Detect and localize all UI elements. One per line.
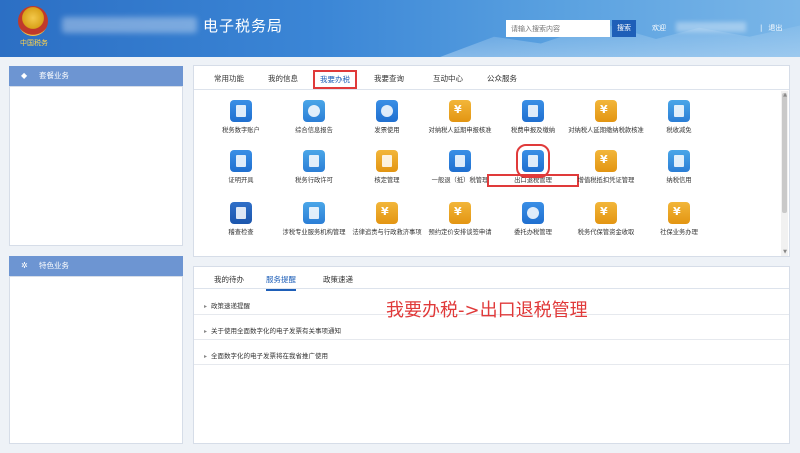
scrollbar-thumb[interactable] (782, 93, 787, 213)
tab-interaction-center[interactable]: 互动中心 (433, 73, 463, 84)
reminder-tabs: 我的待办 服务提醒 政策速递 (194, 267, 789, 291)
service-tax-credit[interactable]: 纳税信用 (635, 150, 723, 185)
scroll-down-arrow-icon[interactable]: ▼ (783, 249, 787, 255)
service-scrollbar[interactable] (781, 91, 788, 256)
separator: | (760, 24, 763, 32)
caret-right-icon: ▸ (204, 328, 208, 335)
reminder-panel: 我的待办 服务提醒 政策速递 ▸ 政策速递提醒 ▸ 关于使用全面数字化的电子发票有关… (193, 266, 790, 444)
admin-permit-icon (303, 150, 325, 172)
user-report-icon (303, 100, 325, 122)
tab-my-todo[interactable]: 我的待办 (214, 274, 244, 285)
sidebar-package-header[interactable]: ◆ 套餐业务 (9, 66, 183, 86)
export-refund-icon (516, 144, 550, 178)
sidebar-feature-header[interactable]: ✲ 特色业务 (9, 256, 183, 276)
caret-right-icon: ▸ (204, 353, 208, 360)
service-tax-reduction[interactable]: 税收减免 (635, 100, 723, 135)
social-security-icon (668, 202, 690, 224)
deferred-payment-icon (595, 100, 617, 122)
scroll-up-arrow-icon[interactable]: ▲ (783, 92, 787, 98)
deferred-filing-icon (449, 100, 471, 122)
navigation-annotation: 我要办税->出口退税管理 (386, 300, 588, 321)
entrust-icon (522, 202, 544, 224)
tab-public-services[interactable]: 公众服务 (487, 73, 517, 84)
service-label: 社保业务办理 (660, 229, 698, 236)
sidebar-package-body (9, 86, 183, 246)
emblem-text: 中国税务 (20, 39, 48, 47)
invoice-user-icon (376, 100, 398, 122)
tab-service-reminder[interactable]: 服务提醒 (266, 274, 296, 291)
tax-credit-icon (668, 150, 690, 172)
site-title: 电子税务局 (203, 17, 284, 35)
notice-item[interactable]: ▸ 关于使用全面数字化的电子发票有关事项通知 (194, 322, 789, 340)
service-panel: 常用功能 我的信息 我要办税 我要查询 互动中心 公众服务 税务数字账户 综合信… (193, 65, 790, 257)
search-button[interactable]: 搜索 (612, 20, 636, 37)
legal-icon (376, 202, 398, 224)
sidebar-feature-label: 特色业务 (39, 261, 69, 270)
service-label: 税收减免 (666, 127, 692, 134)
site-header: 中国税务 电子税务局 搜索 欢迎 | 退出 (0, 0, 800, 57)
tax-reduction-icon (668, 100, 690, 122)
tax-emblem-icon (18, 6, 48, 36)
blurred-region-name (62, 17, 197, 33)
assessment-icon (376, 150, 398, 172)
account-icon (230, 100, 252, 122)
notice-label: 全面数字化的电子发票将在我省推广使用 (211, 352, 329, 360)
vat-deduction-icon (595, 150, 617, 172)
certificate-icon (230, 150, 252, 172)
agency-icon (303, 202, 325, 224)
inspection-icon (230, 202, 252, 224)
service-label: 纳税信用 (666, 177, 692, 184)
tax-filing-icon (522, 100, 544, 122)
service-social-security[interactable]: 社保业务办理 (635, 202, 723, 237)
refund-icon (449, 150, 471, 172)
sidebar-feature-body (9, 276, 183, 444)
caret-right-icon: ▸ (204, 303, 208, 310)
service-tabs: 常用功能 我的信息 我要办税 我要查询 互动中心 公众服务 (194, 66, 789, 90)
blurred-user-name (676, 22, 746, 32)
logout-label: 退出 (768, 24, 783, 32)
tab-policy-express[interactable]: 政策速递 (323, 274, 353, 285)
notice-label: 政策速递提醒 (211, 302, 251, 310)
logout-link[interactable]: | 退出 (760, 23, 782, 33)
tab-tax-handling[interactable]: 我要办税 (313, 70, 357, 89)
notice-item[interactable]: ▸ 全面数字化的电子发票将在我省推广使用 (194, 347, 789, 365)
search-input[interactable] (506, 20, 610, 37)
pricing-icon (449, 202, 471, 224)
sidebar-package-label: 套餐业务 (39, 71, 69, 80)
cluster-icon: ✲ (21, 261, 28, 270)
layers-icon: ◆ (21, 71, 28, 80)
notice-label: 关于使用全面数字化的电子发票有关事项通知 (211, 327, 342, 335)
tab-query[interactable]: 我要查询 (374, 73, 404, 84)
custody-icon (595, 202, 617, 224)
tab-common-functions[interactable]: 常用功能 (214, 73, 244, 84)
tab-my-info[interactable]: 我的信息 (268, 73, 298, 84)
welcome-text: 欢迎 (652, 24, 666, 32)
